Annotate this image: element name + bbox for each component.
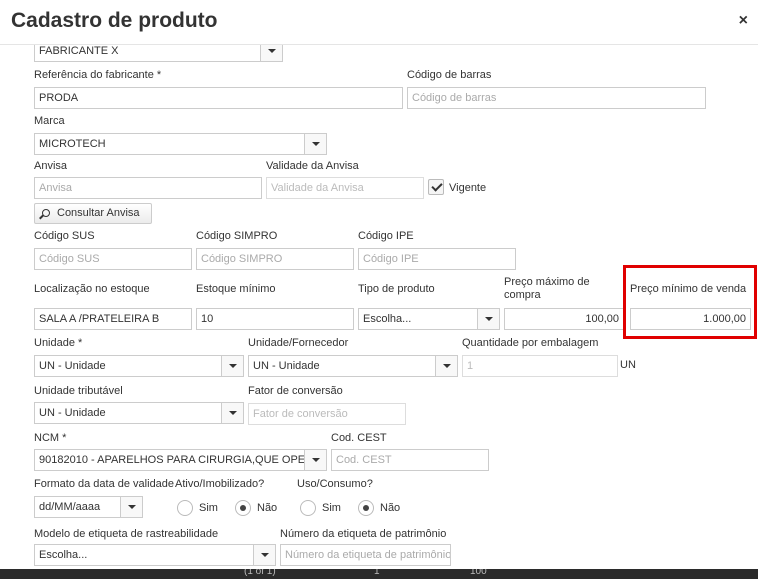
preco-max-compra-input[interactable]: 100,00 — [504, 308, 624, 330]
ativo-nao-radio[interactable] — [235, 500, 251, 516]
ativo-imobilizado-label: Ativo/Imobilizado? — [175, 478, 265, 490]
uso-nao-label: Não — [380, 502, 401, 514]
marca-select[interactable]: MICROTECH — [34, 133, 327, 155]
cod-cest-label: Cod. CEST — [331, 432, 387, 444]
unidade-tributavel-value: UN - Unidade — [39, 407, 106, 419]
validade-anvisa-label: Validade da Anvisa — [266, 160, 359, 172]
formato-validade-select[interactable]: dd/MM/aaaa — [34, 496, 143, 518]
modal-title: Cadastro de produto — [11, 9, 218, 32]
tipo-produto-label: Tipo de produto — [358, 283, 435, 295]
ativo-nao-label: Não — [257, 502, 278, 514]
unidade-select[interactable]: UN - Unidade — [34, 355, 244, 377]
codigo-simpro-label: Código SIMPRO — [196, 230, 278, 242]
consultar-anvisa-button[interactable]: Consultar Anvisa — [34, 203, 152, 224]
modal-header: Cadastro de produto × — [0, 0, 758, 45]
qtd-embalagem-label: Quantidade por embalagem — [462, 337, 599, 349]
qtd-embalagem-input[interactable]: 1 — [462, 355, 618, 377]
anvisa-input[interactable]: Anvisa — [34, 177, 262, 199]
referencia-label: Referência do fabricante * — [34, 69, 162, 81]
pager-page[interactable]: 1 — [374, 569, 380, 577]
chevron-down-icon[interactable] — [304, 134, 326, 154]
estoque-minimo-label: Estoque mínimo — [196, 283, 276, 295]
chevron-down-icon[interactable] — [304, 450, 326, 470]
validade-anvisa-input[interactable]: Validade da Anvisa — [266, 177, 424, 199]
localizacao-label: Localização no estoque — [34, 283, 150, 295]
vigente-checkbox[interactable] — [428, 179, 444, 195]
ativo-sim-label: Sim — [199, 502, 218, 514]
pager-info: (1 of 1) — [244, 569, 276, 577]
fabricante-value: FABRICANTE X — [39, 45, 119, 57]
anvisa-label: Anvisa — [34, 160, 68, 172]
consultar-anvisa-label: Consultar Anvisa — [57, 207, 140, 219]
uso-nao-radio[interactable] — [358, 500, 374, 516]
localizacao-input[interactable]: SALA A /PRATELEIRA B — [34, 308, 192, 330]
formato-validade-value: dd/MM/aaaa — [39, 501, 101, 513]
chevron-down-icon[interactable] — [435, 356, 457, 376]
search-icon — [42, 209, 50, 217]
marca-value: MICROTECH — [39, 138, 106, 150]
chevron-down-icon[interactable] — [221, 356, 243, 376]
close-icon[interactable]: × — [739, 13, 748, 29]
unidade-tributavel-select[interactable]: UN - Unidade — [34, 402, 244, 424]
ativo-sim-radio[interactable] — [177, 500, 193, 516]
numero-patrimonio-input[interactable]: Número da etiqueta de patrimônio — [280, 544, 451, 566]
codigo-simpro-input[interactable]: Código SIMPRO — [196, 248, 354, 270]
fator-conversao-input[interactable]: Fator de conversão — [248, 403, 406, 425]
highlight-box — [623, 265, 757, 339]
pager-per-page[interactable]: 100 — [470, 569, 487, 577]
pager-bar: (1 of 1) 1 100 — [0, 569, 758, 579]
estoque-minimo-input[interactable]: 10 — [196, 308, 354, 330]
uso-consumo-label: Uso/Consumo? — [297, 478, 373, 490]
modelo-etiqueta-value: Escolha... — [39, 549, 88, 561]
uso-sim-label: Sim — [322, 502, 341, 514]
chevron-down-icon[interactable] — [253, 545, 275, 565]
codigo-ipe-input[interactable]: Código IPE — [358, 248, 516, 270]
modelo-etiqueta-label: Modelo de etiqueta de rastreabilidade — [34, 528, 219, 540]
referencia-input[interactable]: PRODA — [34, 87, 403, 109]
codigo-barras-label: Código de barras — [407, 69, 492, 81]
ncm-select[interactable]: 90182010 - APARELHOS PARA CIRURGIA,QUE O… — [34, 449, 327, 471]
fator-conversao-label: Fator de conversão — [248, 385, 343, 397]
codigo-barras-input[interactable]: Código de barras — [407, 87, 706, 109]
chevron-down-icon[interactable] — [221, 403, 243, 423]
unidade-fornecedor-select[interactable]: UN - Unidade — [248, 355, 458, 377]
cod-cest-input[interactable]: Cod. CEST — [331, 449, 489, 471]
numero-patrimonio-label: Número da etiqueta de patrimônio — [280, 528, 447, 540]
codigo-ipe-label: Código IPE — [358, 230, 414, 242]
marca-label: Marca — [34, 115, 65, 127]
ncm-value: 90182010 - APARELHOS PARA CIRURGIA,QUE O… — [39, 454, 306, 466]
preco-max-compra-label: Preço máximo de compra — [504, 276, 590, 301]
unidade-fornecedor-value: UN - Unidade — [253, 360, 320, 372]
chevron-down-icon[interactable] — [120, 497, 142, 517]
modelo-etiqueta-select[interactable]: Escolha... — [34, 544, 276, 566]
unidade-value: UN - Unidade — [39, 360, 106, 372]
qtd-embalagem-unit: UN — [620, 359, 636, 371]
vigente-label: Vigente — [449, 182, 487, 194]
chevron-down-icon[interactable] — [477, 309, 499, 329]
uso-sim-radio[interactable] — [300, 500, 316, 516]
unidade-fornecedor-label: Unidade/Fornecedor — [248, 337, 349, 349]
codigo-sus-input[interactable]: Código SUS — [34, 248, 192, 270]
tipo-produto-value: Escolha... — [363, 313, 412, 325]
codigo-sus-label: Código SUS — [34, 230, 95, 242]
formato-validade-label: Formato da data de validade — [34, 478, 175, 490]
unidade-label: Unidade * — [34, 337, 83, 349]
unidade-tributavel-label: Unidade tributável — [34, 385, 123, 397]
ncm-label: NCM * — [34, 432, 67, 444]
tipo-produto-select[interactable]: Escolha... — [358, 308, 500, 330]
